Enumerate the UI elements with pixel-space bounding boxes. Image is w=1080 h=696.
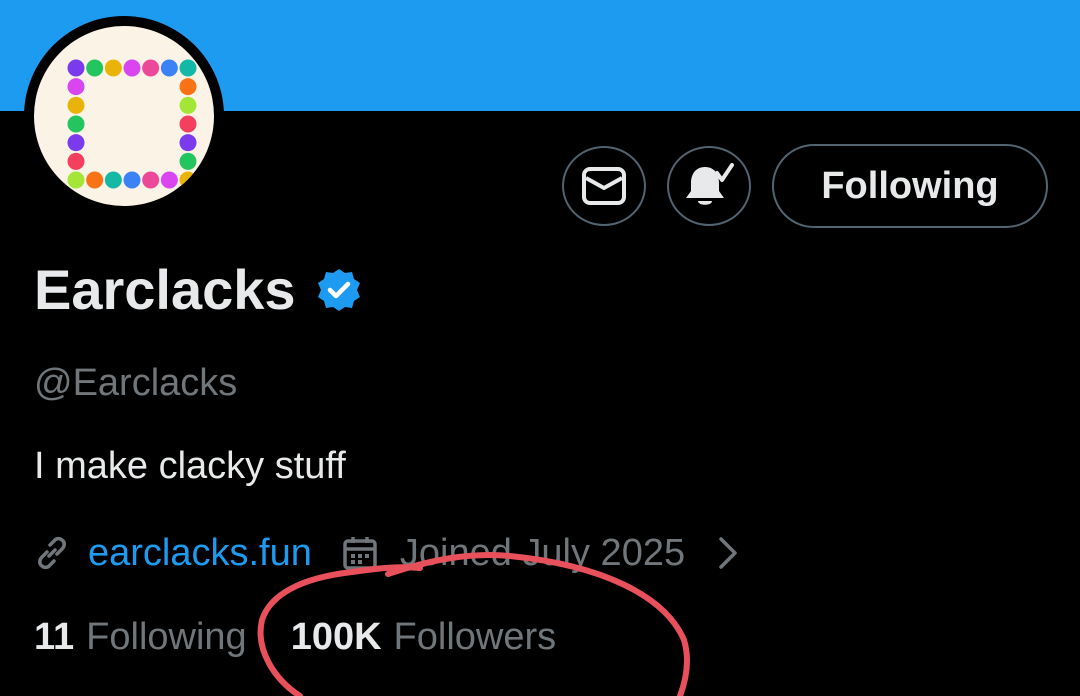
avatar-dot	[123, 171, 141, 189]
following-stat[interactable]: 11 Following	[34, 616, 247, 659]
avatar-dot	[179, 78, 197, 96]
name-row: Earclacks	[34, 262, 362, 318]
avatar-dot	[179, 171, 197, 189]
followers-label: Followers	[393, 616, 557, 658]
avatar-dot	[67, 152, 85, 170]
envelope-icon	[582, 167, 626, 205]
avatar-dot	[86, 171, 104, 189]
avatar-dot	[142, 171, 160, 189]
following-count: 11	[34, 616, 75, 658]
link-icon	[38, 536, 66, 570]
avatar-dot	[179, 59, 197, 77]
chevron-right-icon[interactable]	[713, 535, 743, 571]
avatar-dot	[160, 171, 178, 189]
avatar-dot	[67, 96, 85, 114]
avatar-dot	[67, 171, 85, 189]
follow-stats: 11 Following 100K Followers	[34, 616, 556, 659]
joined-date: Joined July 2025	[399, 531, 686, 574]
avatar-dot	[179, 96, 197, 114]
avatar-dot	[67, 78, 85, 96]
following-button[interactable]: Following	[772, 144, 1048, 228]
bell-check-icon	[686, 163, 734, 205]
avatar-dot	[179, 134, 197, 152]
following-label: Following	[86, 616, 247, 658]
avatar-image	[34, 26, 214, 206]
verified-badge-icon[interactable]	[316, 267, 362, 313]
avatar-dot	[67, 115, 85, 133]
avatar-dot	[160, 59, 178, 77]
avatar-dot	[179, 115, 197, 133]
avatar-dot	[104, 59, 122, 77]
profile-bio: I make clacky stuff	[34, 445, 346, 487]
avatar-dot	[67, 134, 85, 152]
profile-meta: earclacks.fun Joined July 2025	[34, 530, 743, 576]
avatar-dot	[104, 171, 122, 189]
avatar-dot	[123, 59, 141, 77]
notifications-button[interactable]	[667, 146, 751, 226]
message-button[interactable]	[562, 146, 646, 226]
followers-count: 100K	[290, 616, 382, 658]
avatar-dot	[142, 59, 160, 77]
avatar-dot	[179, 152, 197, 170]
avatar[interactable]	[24, 16, 224, 216]
website-link[interactable]: earclacks.fun	[88, 532, 312, 575]
followers-stat[interactable]: 100K Followers	[291, 616, 556, 659]
avatar-dot-frame	[67, 59, 197, 189]
calendar-icon	[343, 537, 377, 570]
avatar-dot	[67, 59, 85, 77]
profile-handle: @Earclacks	[34, 362, 238, 404]
avatar-dot	[86, 59, 104, 77]
display-name: Earclacks	[34, 258, 296, 321]
